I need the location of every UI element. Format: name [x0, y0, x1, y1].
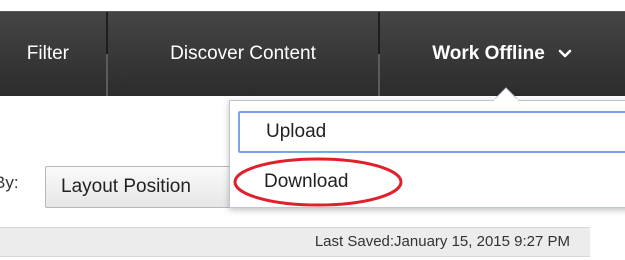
menu-item-upload-label: Upload	[266, 121, 327, 142]
nav-work-offline[interactable]: Work Offline	[380, 12, 625, 96]
nav-filter[interactable]: Filter	[0, 12, 106, 96]
screenshot-canvas: Filter Discover Content Work Offline By:…	[0, 0, 625, 260]
nav-work-offline-label: Work Offline	[432, 43, 545, 64]
top-navigation-bar: Filter Discover Content Work Offline	[0, 11, 625, 96]
nav-discover-content[interactable]: Discover Content	[108, 12, 378, 96]
menu-item-upload[interactable]: Upload	[238, 111, 625, 153]
sort-by-selected-value: Layout Position	[61, 176, 191, 197]
dropdown-caret-icon	[493, 87, 519, 101]
work-offline-dropdown-menu: Upload Download	[229, 100, 625, 208]
menu-item-download-label: Download	[264, 171, 349, 192]
nav-filter-label: Filter	[26, 43, 69, 64]
menu-item-download[interactable]: Download	[238, 161, 625, 203]
sort-by-label: By:	[0, 173, 19, 192]
nav-discover-content-label: Discover Content	[170, 43, 316, 64]
last-saved-text: Last Saved:January 15, 2015 9:27 PM	[314, 233, 570, 250]
sort-by-select[interactable]: Layout Position	[45, 166, 245, 208]
chevron-down-icon	[558, 49, 572, 58]
last-saved-bar: Last Saved:January 15, 2015 9:27 PM	[0, 227, 590, 257]
